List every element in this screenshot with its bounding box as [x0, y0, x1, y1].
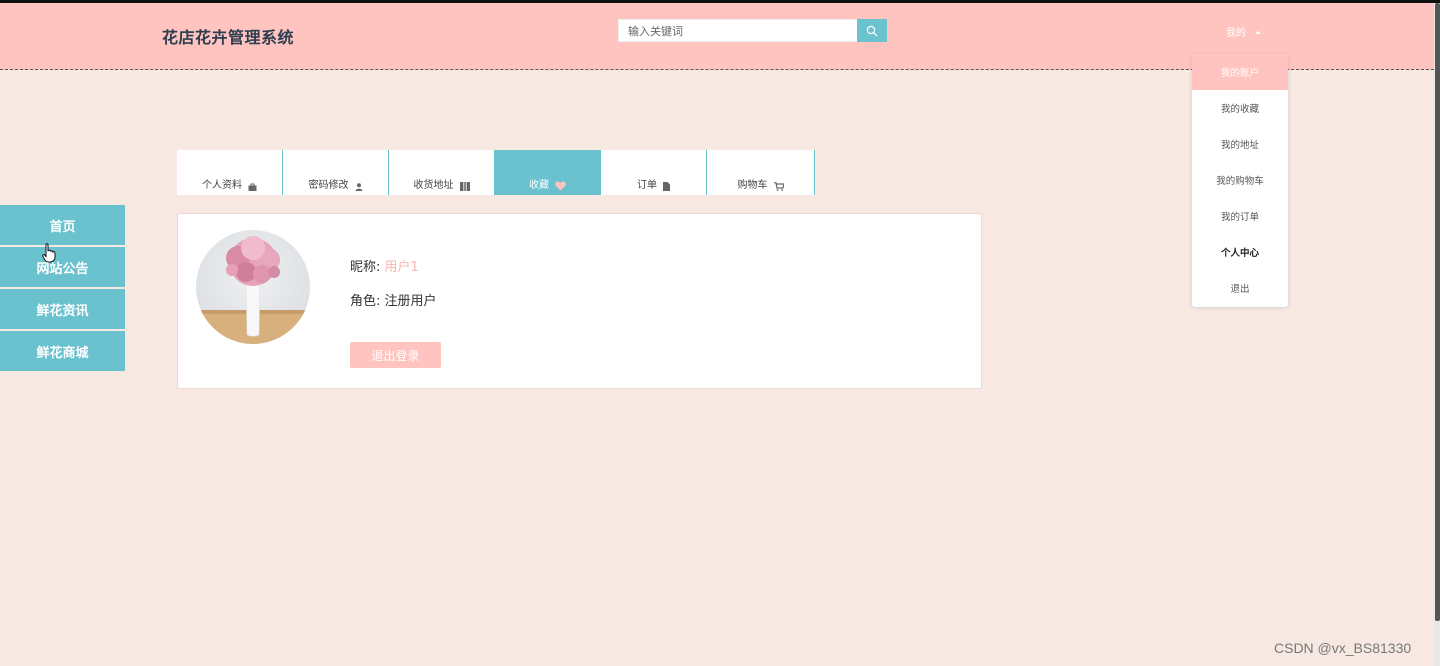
search-input[interactable]: [619, 21, 857, 42]
document-icon: [663, 182, 670, 191]
nickname-value: 用户1: [384, 260, 419, 275]
site-title: 花店花卉管理系统: [162, 28, 295, 47]
heart-icon: [555, 181, 566, 191]
search-button[interactable]: [857, 19, 887, 42]
sidebar-item-announcements[interactable]: 网站公告: [0, 247, 125, 287]
role-line: 角色: 注册用户: [350, 290, 437, 309]
role-label: 角色:: [350, 294, 385, 309]
cart-icon: [773, 182, 784, 191]
tab-favorites[interactable]: 收藏: [495, 150, 601, 195]
sidebar-item-flower-news[interactable]: 鲜花资讯: [0, 289, 125, 329]
tab-orders[interactable]: 订单: [601, 150, 707, 195]
tab-label: 密码修改: [308, 180, 349, 191]
tab-label: 收藏: [529, 180, 549, 191]
user-menu-label: 我的: [1226, 28, 1246, 39]
tab-personal-info[interactable]: 个人资料: [177, 150, 283, 195]
sidebar-item-flower-shop[interactable]: 鲜花商城: [0, 331, 125, 371]
dropdown-item-logout[interactable]: 退出: [1192, 270, 1288, 306]
flower-vase-image: [196, 236, 310, 344]
scrollbar-thumb[interactable]: [1435, 3, 1440, 621]
bag-icon: [248, 183, 257, 191]
tab-change-password[interactable]: 密码修改: [283, 150, 389, 195]
role-value: 注册用户: [384, 294, 437, 309]
dropdown-item-my-favorites[interactable]: 我的收藏: [1192, 90, 1288, 126]
tab-label: 购物车: [737, 180, 768, 191]
dropdown-item-personal-center[interactable]: 个人中心: [1192, 234, 1288, 270]
nickname-label: 昵称:: [350, 260, 385, 275]
tab-label: 个人资料: [202, 180, 242, 191]
tab-label: 订单: [637, 180, 657, 191]
watermark: CSDN @vx_BS81330: [1274, 640, 1412, 656]
sidebar-item-home[interactable]: 首页: [0, 205, 125, 245]
map-icon: [459, 182, 470, 191]
hand-cursor-icon: [42, 243, 56, 263]
user-menu-toggle[interactable]: 我的: [1226, 24, 1261, 39]
nickname-line: 昵称: 用户1: [350, 256, 419, 275]
user-dropdown-menu: 我的账户 我的收藏 我的地址 我的购物车 我的订单 个人中心 退出: [1192, 54, 1288, 307]
avatar: [196, 230, 310, 344]
profile-card: 昵称: 用户1 角色: 注册用户 退出登录: [177, 213, 982, 389]
caret-up-icon: [1255, 30, 1261, 34]
tab-shipping-address[interactable]: 收货地址: [389, 150, 495, 195]
search-icon: [866, 25, 878, 36]
tab-cart[interactable]: 购物车: [707, 150, 814, 195]
dropdown-item-my-cart[interactable]: 我的购物车: [1192, 162, 1288, 198]
dropdown-item-my-account[interactable]: 我的账户: [1192, 54, 1288, 90]
profile-tabs: 个人资料 密码修改 收货地址 收藏 订单 购物车: [177, 150, 815, 195]
logout-button[interactable]: 退出登录: [350, 342, 441, 368]
dropdown-item-my-address[interactable]: 我的地址: [1192, 126, 1288, 162]
tab-label: 收货地址: [413, 180, 454, 191]
user-icon: [355, 183, 362, 191]
search-box: [618, 19, 858, 42]
dropdown-item-my-orders[interactable]: 我的订单: [1192, 198, 1288, 234]
side-navigation: 首页 网站公告 鲜花资讯 鲜花商城: [0, 205, 125, 373]
